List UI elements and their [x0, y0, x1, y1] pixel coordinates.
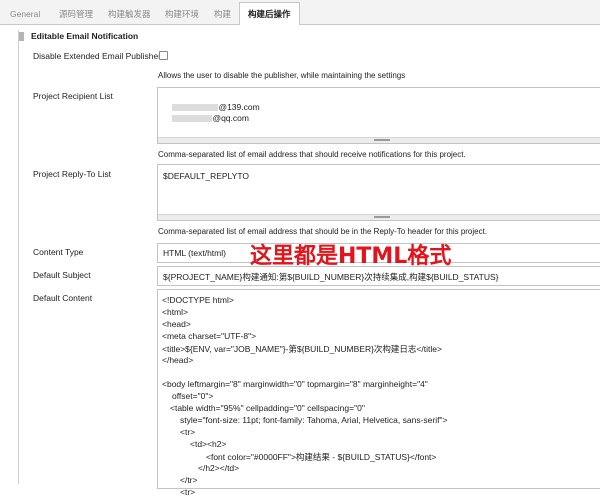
tab-post-build-actions[interactable]: 构建后操作 — [239, 2, 300, 26]
content-line: <title>${ENV, var="JOB_NAME"}-第${BUILD_N… — [162, 344, 442, 354]
reply-to-help: Comma-separated list of email address th… — [158, 227, 488, 236]
tab-source-control[interactable]: 源码管理 — [59, 6, 93, 24]
disable-publisher-help: Allows the user to disable the publisher… — [158, 71, 406, 80]
resize-grip[interactable] — [158, 214, 600, 220]
recipient-line-2: @qq.com — [163, 103, 249, 133]
content-line: <html> — [162, 307, 188, 317]
redacted-block — [172, 115, 213, 123]
default-content-label: Default Content — [33, 293, 93, 303]
default-subject-label: Default Subject — [33, 270, 91, 280]
content-type-value: HTML (text/html) — [163, 248, 226, 258]
content-line: </head> — [162, 355, 194, 365]
content-line: <body leftmargin="8" marginwidth="0" top… — [162, 379, 428, 389]
resize-grip[interactable] — [158, 137, 600, 143]
recipient-list-textarea[interactable]: @139.com @qq.com — [157, 87, 600, 144]
content-line: <tr> — [180, 427, 196, 437]
reply-to-textarea[interactable]: $DEFAULT_REPLYTO — [157, 164, 600, 221]
content-line: </h2></td> — [198, 463, 240, 473]
section-title: Editable Email Notification — [31, 31, 139, 41]
content-line: <meta charset="UTF-8"> — [162, 331, 257, 341]
content-line: <table width="95%" cellpadding="0" cells… — [170, 403, 365, 413]
content-line: <!DOCTYPE html> — [162, 295, 234, 305]
content-line: style="font-size: 11pt; font-family: Tah… — [180, 415, 448, 425]
content-line: <head> — [162, 319, 191, 329]
content-type-label: Content Type — [33, 247, 84, 257]
tab-general[interactable]: General — [10, 6, 40, 24]
disable-publisher-checkbox[interactable] — [159, 51, 168, 60]
reply-to-value: $DEFAULT_REPLYTO — [163, 171, 249, 181]
default-subject-value: ${PROJECT_NAME}构建通知:第${BUILD_NUMBER}次持续集… — [163, 272, 499, 282]
tab-build-triggers[interactable]: 构建触发器 — [108, 6, 151, 24]
recipient-list-help: Comma-separated list of email address th… — [158, 150, 466, 159]
drag-handle[interactable] — [19, 32, 24, 41]
section-divider — [18, 30, 19, 484]
content-line: <td><h2> — [190, 439, 227, 449]
default-subject-input[interactable]: ${PROJECT_NAME}构建通知:第${BUILD_NUMBER}次持续集… — [157, 266, 600, 286]
reply-to-label: Project Reply-To List — [33, 169, 111, 179]
content-line: <font color="#0000FF">构建结果 - ${BUILD_STA… — [206, 452, 437, 462]
tab-bar: General 源码管理 构建触发器 构建环境 构建 构建后操作 — [0, 0, 600, 26]
tab-build-environment[interactable]: 构建环境 — [165, 6, 199, 24]
disable-publisher-label: Disable Extended Email Publisher — [33, 51, 162, 61]
content-line: <tr> — [180, 487, 196, 497]
tab-build[interactable]: 构建 — [214, 6, 231, 24]
recipient-list-label: Project Recipient List — [33, 91, 113, 101]
content-line: offset="0"> — [172, 391, 214, 401]
default-content-textarea[interactable]: <!DOCTYPE html> <html> <head> <meta char… — [157, 289, 600, 497]
